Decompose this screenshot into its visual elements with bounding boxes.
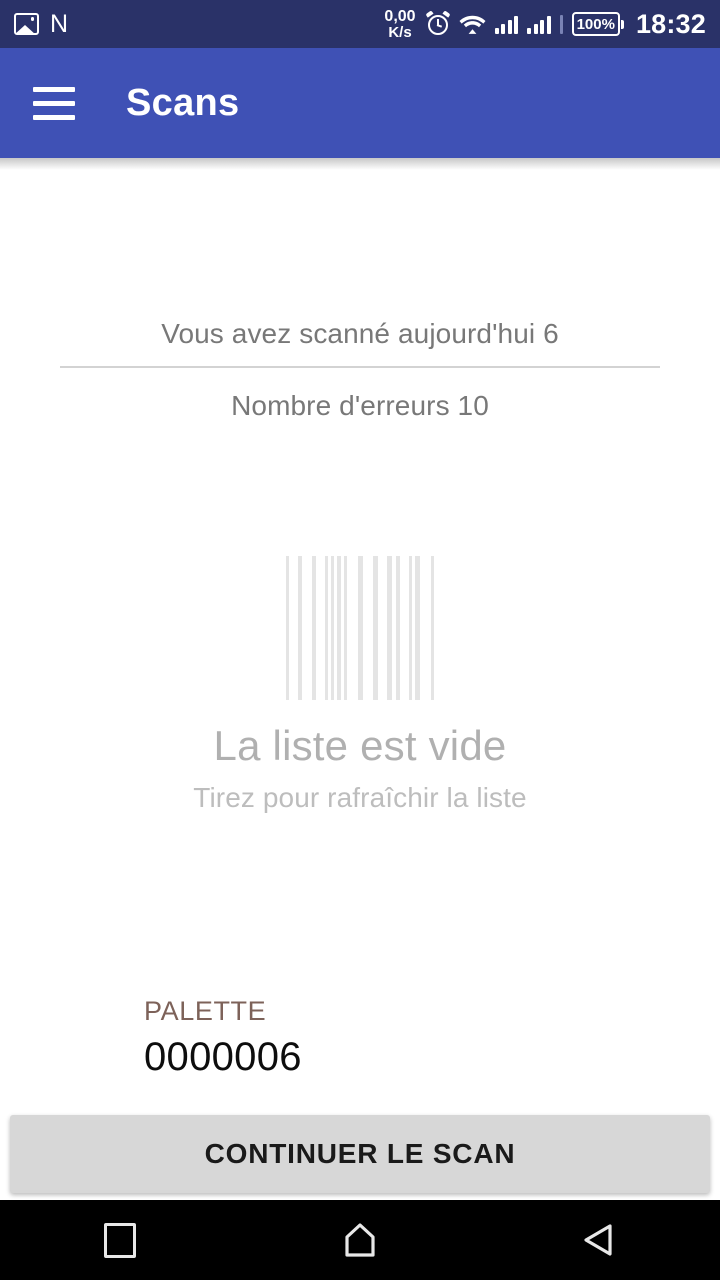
image-icon [14,13,39,35]
barcode-bar [395,556,400,700]
barcode-bar [331,556,335,700]
palette-section: PALETTE 0000006 [144,996,302,1080]
network-speed-unit: K/s [388,23,412,41]
android-nav-bar [0,1200,720,1280]
palette-value: 0000006 [144,1035,302,1079]
barcode-bar [343,556,347,700]
continue-scan-button[interactable]: CONTINUER LE SCAN [10,1115,710,1193]
recents-button[interactable] [60,1200,180,1280]
phone-screen: N 0,00 K/s 100% 18:32 Scans Vous avez sc… [0,0,720,1280]
barcode-bar [431,556,435,700]
home-button[interactable] [300,1200,420,1280]
recents-square-icon [104,1222,136,1258]
status-bar-right: 0,00 K/s 100% 18:32 [384,7,706,41]
hamburger-menu-icon[interactable] [14,63,94,143]
app-bar: Scans [0,48,720,170]
battery-icon: 100% [571,12,624,36]
network-speed-value: 0,00 [384,7,416,25]
scanned-today-label: Vous avez scanné aujourd'hui 6 [161,318,559,349]
barcode-bar [387,556,392,700]
status-separator [559,14,563,34]
page-title: Scans [126,81,240,124]
barcode-bar [311,556,317,700]
empty-state-subtitle: Tirez pour rafraîchir la liste [193,782,527,813]
error-count-label: Nombre d'erreurs 10 [231,389,489,421]
empty-state: La liste est vide Tirez pour rafraîchir … [0,556,720,814]
signal-icon-sim1 [494,14,519,34]
barcode-icon [286,556,435,700]
barcode-bar [415,556,421,700]
stats-section: Vous avez scanné aujourd'hui 6 Nombre d'… [0,318,720,422]
home-icon [342,1222,378,1258]
back-button[interactable] [540,1200,660,1280]
alarm-icon [425,10,451,36]
barcode-bar [286,556,289,700]
signal-icon-sim2 [527,14,551,34]
barcode-bar [357,556,364,700]
wifi-icon [459,13,486,35]
status-clock: 18:32 [635,8,706,39]
palette-label: PALETTE [144,996,267,1026]
network-speed-indicator: 0,00 K/s [384,7,416,41]
barcode-bar [373,556,379,700]
back-triangle-icon [583,1223,617,1257]
barcode-bar [337,556,341,700]
barcode-bar [408,556,413,700]
nfc-icon: N [50,10,69,38]
status-bar: N 0,00 K/s 100% 18:32 [0,0,720,48]
barcode-bar [325,556,329,700]
battery-percent-label: 100% [576,15,615,33]
empty-state-title: La liste est vide [213,722,507,769]
status-bar-left: N [14,10,69,38]
barcode-bar [297,556,302,700]
